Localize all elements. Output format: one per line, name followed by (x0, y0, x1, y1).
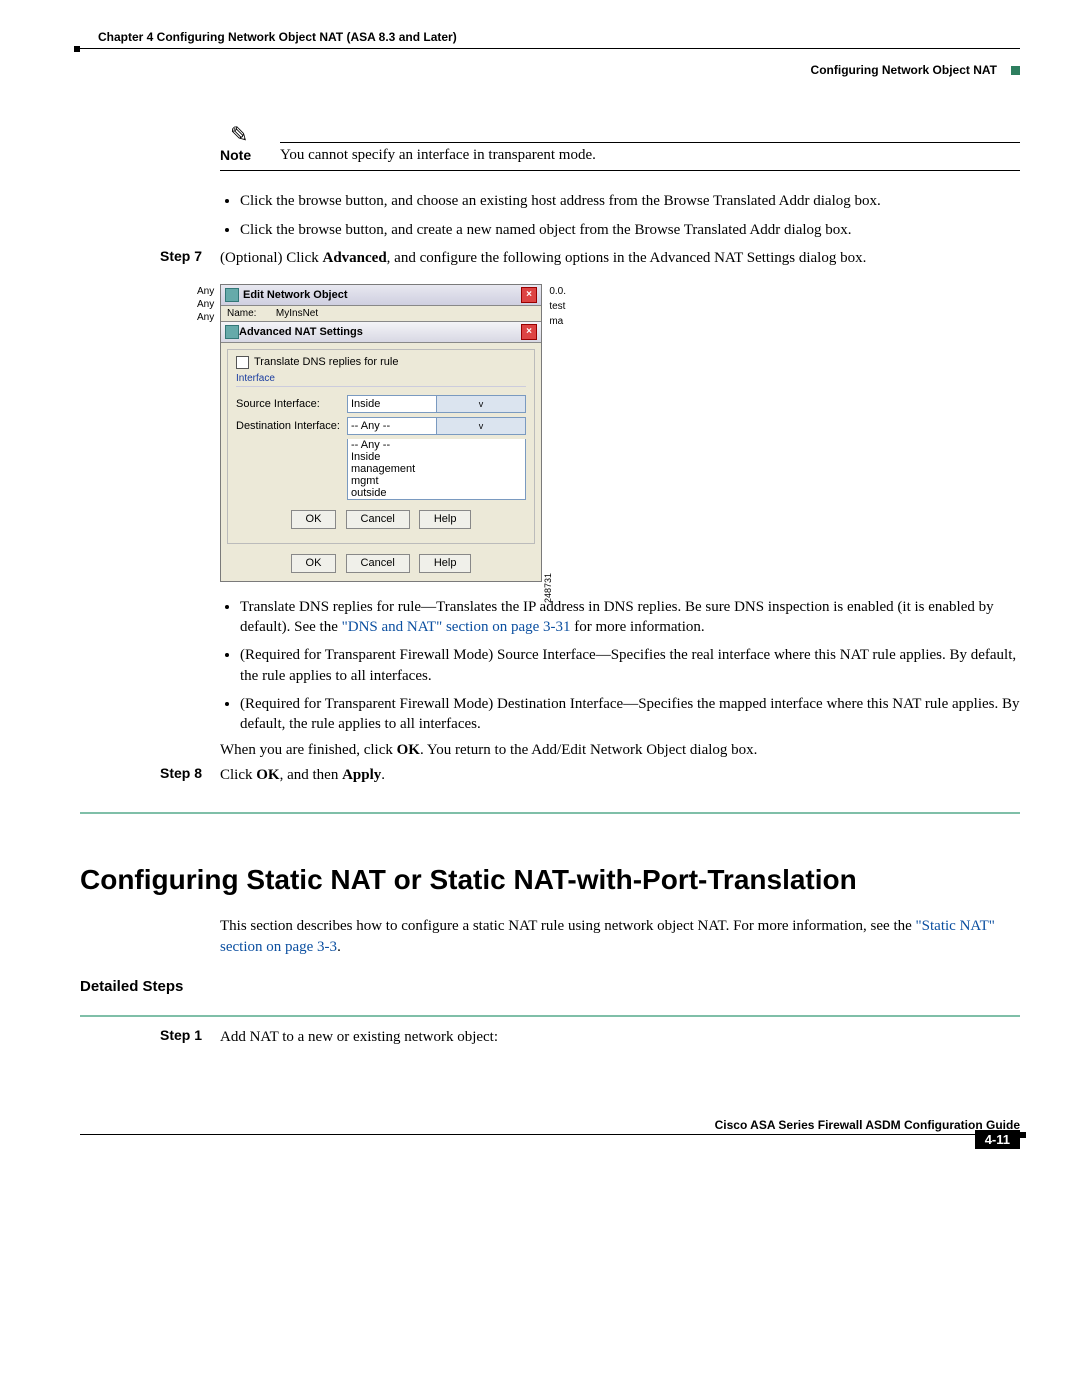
help-button[interactable]: Help (419, 554, 472, 573)
step8-body: Click OK, and then Apply. (220, 765, 1020, 786)
section-intro: This section describes how to configure … (220, 916, 1020, 958)
dropdown-option[interactable]: management (348, 463, 525, 475)
close-icon[interactable]: × (521, 287, 537, 303)
detailed-steps-heading: Detailed Steps (80, 978, 1020, 995)
close-icon[interactable]: × (521, 324, 537, 340)
dropdown-option[interactable]: outside (348, 487, 525, 499)
step1-label: Step 1 (160, 1027, 220, 1048)
step1-body: Add NAT to a new or existing network obj… (220, 1027, 1020, 1048)
dns-nat-link[interactable]: "DNS and NAT" section on page 3-31 (342, 619, 571, 635)
bullet-item: Click the browse button, and choose an e… (240, 191, 1020, 211)
cancel-button[interactable]: Cancel (346, 510, 410, 529)
figure-reference: 248731 (543, 573, 553, 603)
footer-rule (80, 1134, 1020, 1137)
step7-body: (Optional) Click Advanced, and configure… (220, 248, 1020, 269)
dialog-icon (225, 325, 239, 339)
cancel-button[interactable]: Cancel (346, 554, 410, 573)
chevron-down-icon[interactable]: v (436, 418, 525, 434)
help-button[interactable]: Help (419, 510, 472, 529)
advanced-titlebar: Advanced NAT Settings × (221, 322, 541, 343)
ok-button[interactable]: OK (291, 510, 337, 529)
destination-interface-combo[interactable]: -- Any --v (347, 417, 526, 435)
destination-interface-label: Destination Interface: (236, 420, 341, 432)
bullet-item: (Required for Transparent Firewall Mode)… (240, 645, 1020, 686)
step8-label: Step 8 (160, 765, 220, 786)
destination-interface-dropdown[interactable]: -- Any -- Inside management mgmt outside (347, 439, 526, 500)
name-row: Name: MyInsNet (221, 306, 541, 322)
finish-paragraph: When you are finished, click OK. You ret… (220, 742, 1020, 759)
dialog-icon (225, 288, 239, 302)
header-square-icon (1011, 66, 1020, 75)
translate-dns-label: Translate DNS replies for rule (254, 356, 398, 368)
dropdown-option[interactable]: mgmt (348, 475, 525, 487)
section-divider (80, 812, 1020, 814)
advanced-nat-screenshot: Any Any Any 0.0. test ma Edit Network Ob… (220, 284, 542, 582)
step7-label: Step 7 (160, 248, 220, 269)
source-interface-combo[interactable]: Insidev (347, 395, 526, 413)
edit-object-title: Edit Network Object (243, 289, 348, 301)
section-title: Configuring Static NAT or Static NAT-wit… (80, 864, 1020, 896)
subsection-divider (80, 1015, 1020, 1017)
note-pen-icon: ✎ (230, 127, 1020, 142)
header-rule (80, 48, 1020, 63)
section-header: Configuring Network Object NAT (811, 63, 997, 77)
source-interface-label: Source Interface: (236, 398, 341, 410)
page-number-badge: 4-11 (975, 1130, 1020, 1149)
bullet-item: Translate DNS replies for rule—Translate… (240, 597, 1020, 638)
footer-guide-title: Cisco ASA Series Firewall ASDM Configura… (80, 1118, 1020, 1132)
ok-button[interactable]: OK (291, 554, 337, 573)
bullet-item: (Required for Transparent Firewall Mode)… (240, 694, 1020, 735)
translate-dns-checkbox[interactable] (236, 356, 249, 369)
edit-object-titlebar: Edit Network Object × (221, 285, 541, 306)
advanced-title: Advanced NAT Settings (239, 326, 363, 338)
note-text: You cannot specify an interface in trans… (280, 147, 1020, 164)
chapter-header: Chapter 4 Configuring Network Object NAT… (98, 30, 1020, 44)
dropdown-option[interactable]: Inside (348, 451, 525, 463)
chevron-down-icon[interactable]: v (436, 396, 525, 412)
dropdown-option[interactable]: -- Any -- (348, 439, 525, 451)
note-label: Note (220, 147, 280, 163)
bullet-item: Click the browse button, and create a ne… (240, 220, 1020, 240)
interface-groupbox: Interface (236, 373, 526, 384)
